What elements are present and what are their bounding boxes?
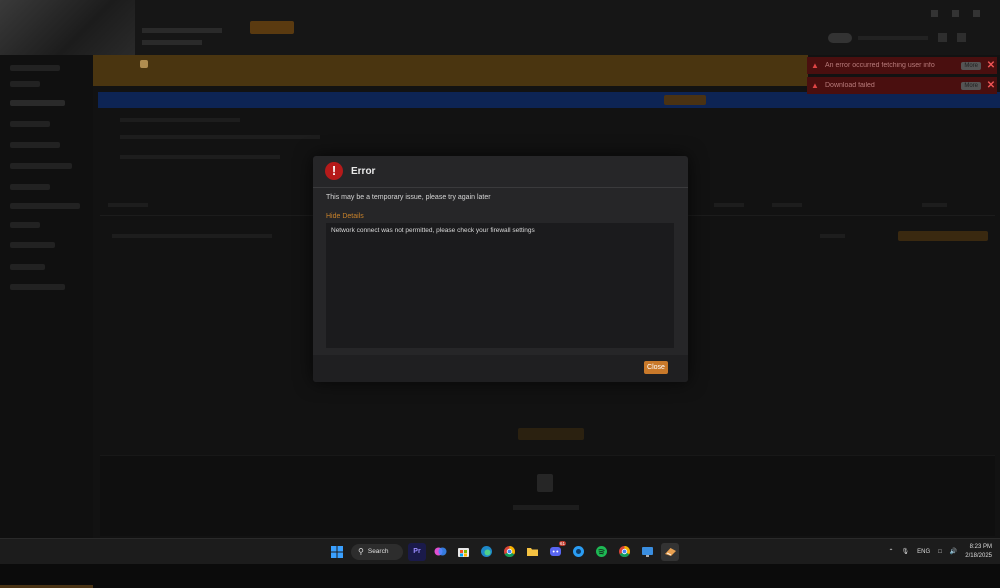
error-icon: ! [325, 162, 343, 180]
sidebar-item[interactable] [10, 284, 65, 290]
dialog-title: Error [351, 166, 376, 177]
discord-badge: 61 [558, 540, 566, 546]
header-subtext-2 [142, 40, 202, 45]
volume-icon[interactable]: 🔊 [950, 548, 957, 555]
microphone-icon[interactable]: 🎙 [902, 548, 910, 555]
sidebar-item[interactable] [10, 222, 40, 228]
taskbar: ⚲ Search Pr 61 ⌃ 🎙 ENG □ 🔊 8:23 PM 2/18/… [0, 538, 1000, 564]
hide-details-link[interactable]: Hide Details [326, 213, 364, 220]
chevron-up-icon[interactable]: ⌃ [889, 548, 894, 555]
remote-desktop-icon[interactable] [638, 543, 656, 561]
table-row [112, 234, 272, 238]
toast-message: An error occurred fetching user info [825, 62, 935, 69]
search-label: Search [367, 548, 389, 555]
info-banner-button[interactable] [664, 95, 706, 105]
warning-icon: ▲ [811, 61, 819, 70]
content-line [120, 155, 280, 159]
sidebar-item[interactable] [10, 163, 72, 169]
search-icon: ⚲ [358, 547, 364, 556]
content-line [120, 118, 240, 122]
dialog-header: ! Error [313, 156, 688, 188]
clock[interactable]: 8:23 PM 2/18/2025 [965, 543, 992, 561]
content-line [120, 135, 320, 139]
error-toast: ▲ An error occurred fetching user info M… [807, 57, 997, 74]
center-action-button[interactable] [518, 428, 584, 440]
sidebar-item[interactable] [10, 203, 80, 209]
close-button[interactable]: Close [644, 361, 668, 374]
warning-banner [93, 55, 808, 86]
launcher-app-icon[interactable] [661, 542, 679, 561]
toast-more-button[interactable]: More [961, 81, 981, 90]
window-controls [931, 10, 980, 17]
network-icon[interactable]: □ [938, 549, 942, 555]
chrome-icon[interactable] [500, 543, 518, 561]
banner-icon [140, 60, 148, 68]
warning-icon: ▲ [811, 81, 819, 90]
toast-message: Download failed [825, 82, 875, 89]
info-banner [98, 92, 1000, 108]
header-action-button[interactable] [250, 21, 294, 34]
status-pill [828, 33, 852, 43]
sidebar-item[interactable] [10, 184, 50, 190]
table-header [922, 203, 947, 207]
notifications-icon[interactable] [938, 33, 947, 42]
settings-icon[interactable] [957, 33, 966, 42]
table-cell [820, 234, 845, 238]
app-icon-blue[interactable] [569, 543, 587, 561]
sidebar [0, 55, 93, 588]
close-icon[interactable]: ✕ [985, 80, 997, 91]
game-cover-art [0, 0, 135, 55]
topbar-icons [938, 33, 966, 42]
close-icon[interactable]: ✕ [985, 60, 997, 71]
sidebar-item[interactable] [10, 242, 55, 248]
table-header [108, 203, 148, 207]
spotify-icon[interactable] [592, 543, 610, 561]
store-icon[interactable] [454, 543, 472, 561]
sidebar-item[interactable] [10, 121, 50, 127]
details-box: Network connect was not permitted, pleas… [326, 223, 674, 348]
file-explorer-icon[interactable] [523, 543, 541, 561]
empty-state-icon [537, 474, 553, 492]
sidebar-item[interactable] [10, 65, 60, 71]
dialog-footer: Close [313, 355, 688, 382]
error-dialog: ! Error This may be a temporary issue, p… [313, 156, 688, 382]
sidebar-item[interactable] [10, 142, 60, 148]
empty-panel [100, 455, 995, 536]
row-action-button[interactable] [898, 231, 988, 241]
windows-start-icon[interactable] [328, 543, 346, 561]
clock-time: 8:23 PM [969, 543, 992, 550]
language-indicator[interactable]: ENG [917, 549, 930, 555]
sidebar-item[interactable] [10, 81, 40, 87]
maximize-icon[interactable] [952, 10, 959, 17]
close-window-icon[interactable] [973, 10, 980, 17]
taskbar-search[interactable]: ⚲ Search [351, 543, 403, 560]
dialog-message: This may be a temporary issue, please tr… [326, 194, 491, 201]
user-name-placeholder [858, 36, 928, 40]
minimize-icon[interactable] [931, 10, 938, 17]
clock-date: 2/18/2025 [965, 552, 992, 559]
edge-icon[interactable] [477, 543, 495, 561]
taskbar-apps: ⚲ Search Pr 61 [328, 539, 679, 564]
app-header [0, 0, 1000, 55]
premiere-pro-icon[interactable]: Pr [408, 542, 426, 561]
empty-state-text [513, 505, 579, 510]
table-header [714, 203, 744, 207]
sidebar-item[interactable] [10, 264, 45, 270]
error-toast: ▲ Download failed More ✕ [807, 77, 997, 94]
header-subtext [142, 28, 222, 33]
chrome-profile-icon[interactable] [615, 543, 633, 561]
system-tray: ⌃ 🎙 ENG □ 🔊 8:23 PM 2/18/2025 [889, 539, 992, 564]
table-header [772, 203, 802, 207]
copilot-icon[interactable] [431, 543, 449, 561]
toast-more-button[interactable]: More [961, 61, 981, 70]
sidebar-item[interactable] [10, 100, 65, 106]
discord-icon[interactable]: 61 [546, 540, 566, 561]
